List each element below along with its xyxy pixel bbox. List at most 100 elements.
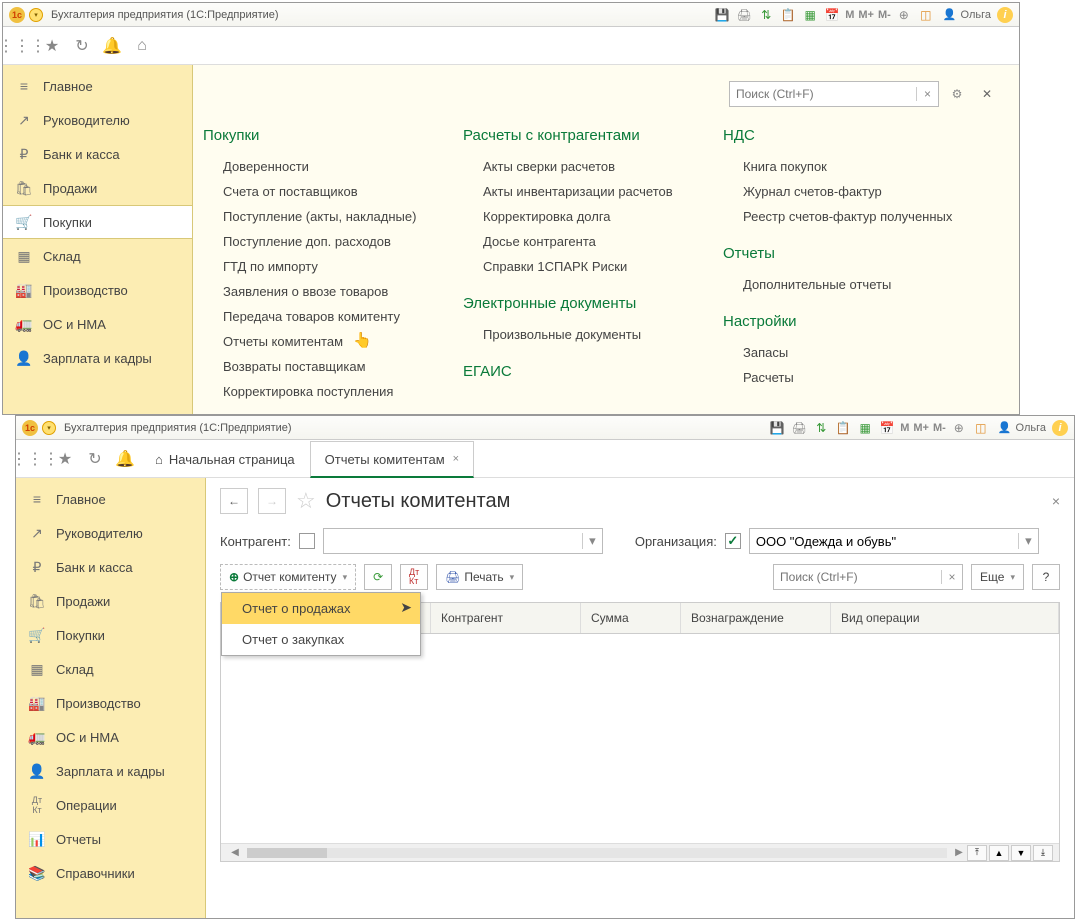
more-button[interactable]: Еще▾ — [971, 564, 1024, 590]
compare-icon[interactable]: ⇅ — [812, 419, 830, 437]
calc-icon[interactable]: ▦ — [801, 6, 819, 24]
close-panel-icon[interactable]: ✕ — [975, 82, 999, 106]
print-icon[interactable]: 🖨 — [790, 419, 808, 437]
dtct-button[interactable]: ДтКт — [400, 564, 428, 590]
sidebar-item-manager[interactable]: ↗Руководителю — [16, 516, 205, 550]
link-zayavleniya[interactable]: Заявления о ввозе товаров — [203, 279, 433, 304]
favorite-star-icon[interactable]: ☆ — [296, 488, 316, 514]
print-icon[interactable]: 🖨 — [735, 6, 753, 24]
combo-contractor[interactable]: ▾ — [323, 528, 603, 554]
page-close-icon[interactable]: × — [1052, 493, 1060, 509]
bell-icon[interactable]: 🔔 — [110, 444, 140, 474]
link-korr-dolga[interactable]: Корректировка долга — [463, 204, 693, 229]
sidebar-item-main[interactable]: ≡Главное — [3, 69, 192, 103]
history-icon[interactable]: ↻ — [67, 31, 97, 61]
menu-item-purchase-report[interactable]: Отчет о закупках — [222, 624, 420, 655]
nav-last-icon[interactable]: ⤓ — [1033, 845, 1053, 861]
col-reward[interactable]: Вознаграждение — [681, 603, 831, 633]
link-doverennosti[interactable]: Доверенности — [203, 154, 433, 179]
link-akty-sverki[interactable]: Акты сверки расчетов — [463, 154, 693, 179]
help-button[interactable]: ? — [1032, 564, 1060, 590]
section-reports[interactable]: Отчеты — [723, 245, 953, 262]
table-scrollbar[interactable]: ◀ ▶ ⤒ ▲ ▼ ⤓ — [221, 843, 1059, 861]
search-input[interactable] — [730, 87, 916, 101]
sidebar-item-hr[interactable]: 👤Зарплата и кадры — [3, 341, 192, 375]
zoom-icon[interactable]: ⊕ — [895, 6, 913, 24]
section-egais[interactable]: ЕГАИС — [463, 363, 693, 380]
sidebar-item-bank[interactable]: ₽Банк и касса — [16, 550, 205, 584]
chevron-down-icon[interactable]: ▾ — [582, 533, 602, 549]
sidebar-item-warehouse[interactable]: ▦Склад — [16, 652, 205, 686]
user-block[interactable]: 👤 Ольга — [943, 8, 991, 21]
m-plus-button[interactable]: M+ — [913, 422, 929, 434]
col-optype[interactable]: Вид операции — [831, 603, 1059, 633]
refresh-button[interactable]: ⟳ — [364, 564, 392, 590]
calc-icon[interactable]: ▦ — [856, 419, 874, 437]
link-akty-inv[interactable]: Акты инвентаризации расчетов — [463, 179, 693, 204]
link-zapasy[interactable]: Запасы — [723, 340, 953, 365]
sidebar-item-sales[interactable]: 🛍Продажи — [16, 584, 205, 618]
history-icon[interactable]: ↻ — [80, 444, 110, 474]
zoom-icon[interactable]: ⊕ — [950, 419, 968, 437]
bell-icon[interactable]: 🔔 — [97, 31, 127, 61]
nav-down-icon[interactable]: ▼ — [1011, 845, 1031, 861]
sidebar-item-manager[interactable]: ↗Руководителю — [3, 103, 192, 137]
calendar-icon[interactable]: 📅 — [878, 419, 896, 437]
app-menu-dropdown[interactable]: ▾ — [42, 421, 56, 435]
sidebar-item-operations[interactable]: ДтКтОперации — [16, 788, 205, 822]
sidebar-item-purchases[interactable]: 🛒Покупки — [3, 205, 192, 239]
sidebar-item-reports[interactable]: 📊Отчеты — [16, 822, 205, 856]
sidebar-item-catalogs[interactable]: 📚Справочники — [16, 856, 205, 890]
link-reestr-sf[interactable]: Реестр счетов-фактур полученных — [723, 204, 953, 229]
link-otchety-komitentam[interactable]: Отчеты комитентам👆 — [203, 329, 433, 354]
list-search-input[interactable] — [774, 570, 941, 584]
clear-search-icon[interactable]: × — [916, 87, 938, 101]
link-peredacha[interactable]: Передача товаров комитенту — [203, 304, 433, 329]
sidebar-item-hr[interactable]: 👤Зарплата и кадры — [16, 754, 205, 788]
link-zhurnal-sf[interactable]: Журнал счетов-фактур — [723, 179, 953, 204]
scroll-left-icon[interactable]: ◀ — [227, 847, 243, 858]
create-report-button[interactable]: ⊕ Отчет комитенту ▾ Отчет о продажах ➤ О… — [220, 564, 356, 590]
clear-search-icon[interactable]: × — [941, 570, 962, 584]
gear-icon[interactable]: ⚙ — [945, 82, 969, 106]
m-button[interactable]: M — [845, 9, 854, 21]
save-icon[interactable]: 💾 — [768, 419, 786, 437]
chevron-down-icon[interactable]: ▾ — [1018, 533, 1038, 549]
app-menu-dropdown[interactable]: ▾ — [29, 8, 43, 22]
star-icon[interactable]: ★ — [50, 444, 80, 474]
m-minus-button[interactable]: M- — [933, 422, 946, 434]
col-contractor[interactable]: Контрагент — [431, 603, 581, 633]
scroll-track[interactable] — [247, 848, 947, 858]
home-icon[interactable]: ⌂ — [127, 31, 157, 61]
section-purchases[interactable]: Покупки — [203, 127, 433, 144]
star-icon[interactable]: ★ — [37, 31, 67, 61]
checkbox-org[interactable] — [725, 533, 741, 549]
tab-close-icon[interactable]: × — [453, 453, 459, 465]
print-button[interactable]: 🖨Печать▾ — [436, 564, 523, 590]
section-settings[interactable]: Настройки — [723, 313, 953, 330]
checkbox-contractor[interactable] — [299, 533, 315, 549]
sidebar-item-production[interactable]: 🏭Производство — [3, 273, 192, 307]
clipboard-icon[interactable]: 📋 — [834, 419, 852, 437]
apps-grid-icon[interactable]: ⋮⋮⋮ — [7, 31, 37, 61]
tab-home[interactable]: ⌂Начальная страница — [140, 440, 310, 477]
link-proizvolnye[interactable]: Произвольные документы — [463, 322, 693, 347]
section-settlements[interactable]: Расчеты с контрагентами — [463, 127, 693, 144]
save-icon[interactable]: 💾 — [713, 6, 731, 24]
m-minus-button[interactable]: M- — [878, 9, 891, 21]
sidebar-item-purchases[interactable]: 🛒Покупки — [16, 618, 205, 652]
info-icon[interactable]: i — [997, 7, 1013, 23]
clipboard-icon[interactable]: 📋 — [779, 6, 797, 24]
sidebar-item-assets[interactable]: 🚛ОС и НМА — [16, 720, 205, 754]
list-search-box[interactable]: × — [773, 564, 963, 590]
link-dop-otchety[interactable]: Дополнительные отчеты — [723, 272, 953, 297]
sidebar-item-bank[interactable]: ₽Банк и касса — [3, 137, 192, 171]
col-sum[interactable]: Сумма — [581, 603, 681, 633]
panels-icon[interactable]: ◫ — [917, 6, 935, 24]
table-body[interactable] — [221, 634, 1059, 843]
sidebar-item-sales[interactable]: 🛍Продажи — [3, 171, 192, 205]
nav-forward-button[interactable]: → — [258, 488, 286, 514]
m-plus-button[interactable]: M+ — [858, 9, 874, 21]
section-edocs[interactable]: Электронные документы — [463, 295, 693, 312]
link-dosie[interactable]: Досье контрагента — [463, 229, 693, 254]
